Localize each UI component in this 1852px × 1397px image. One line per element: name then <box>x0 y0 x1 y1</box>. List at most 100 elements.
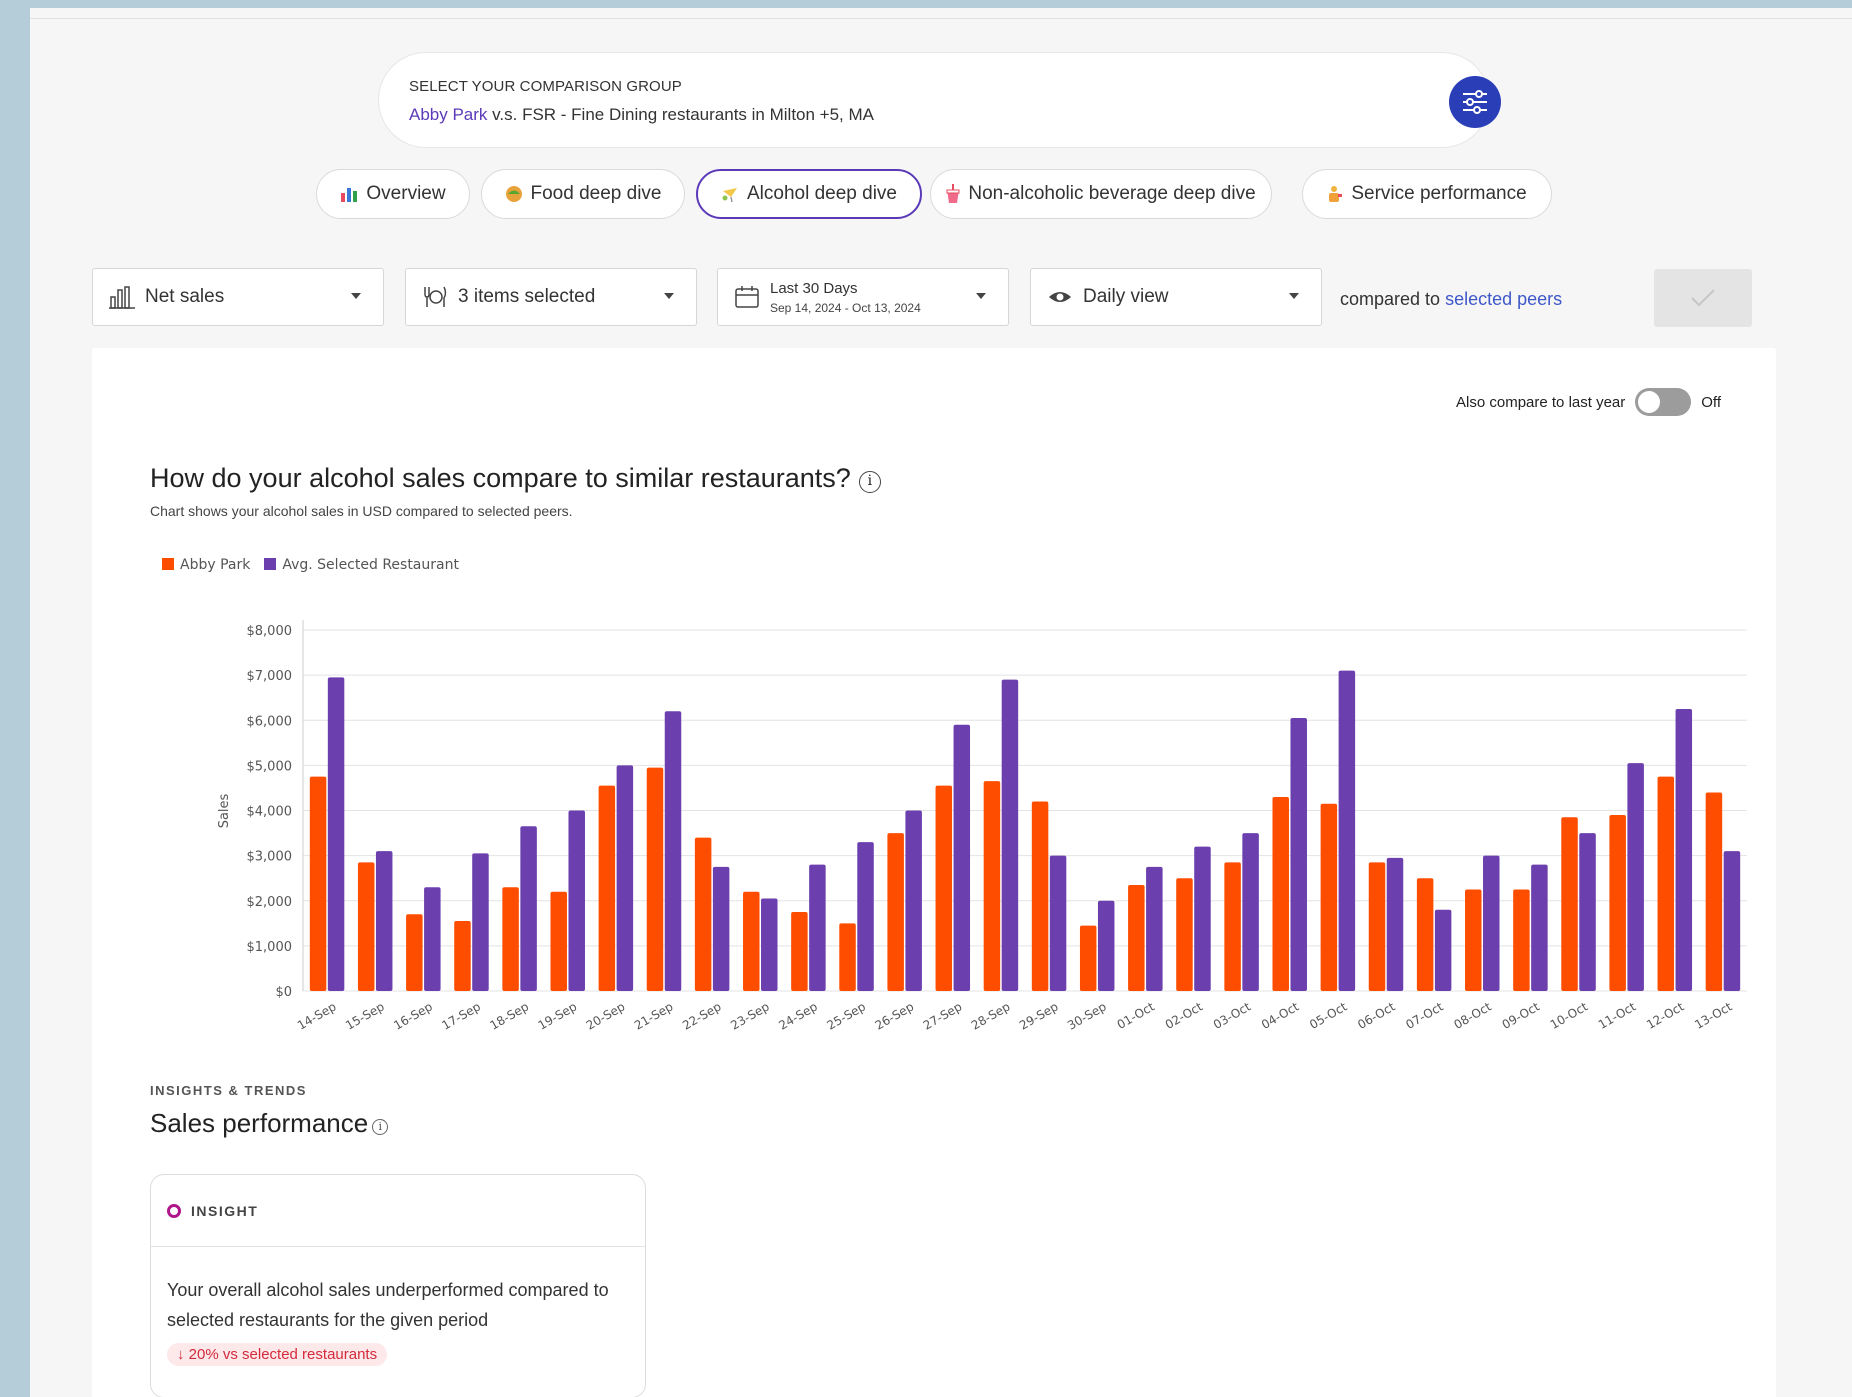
y-tick-label: $4,000 <box>247 805 293 820</box>
x-tick-label: 18-Sep <box>488 999 532 1032</box>
bar-abby-park <box>935 785 953 991</box>
tab-non-alcoholic-deep-dive[interactable]: Non-alcoholic beverage deep dive <box>930 169 1272 219</box>
comparison-group-selector[interactable]: SELECT YOUR COMPARISON GROUP Abby Park v… <box>378 52 1501 148</box>
x-tick-label: 22-Sep <box>680 999 724 1032</box>
bar-abby-park <box>502 887 519 991</box>
x-tick-label: 15-Sep <box>343 999 387 1032</box>
insights-section-title-text: Sales performance <box>150 1108 369 1138</box>
items-dropdown-label: 3 items selected <box>458 286 596 307</box>
chevron-down-icon <box>1289 293 1299 299</box>
bar-avg-selected <box>1579 833 1596 991</box>
bar-avg-selected <box>327 677 345 991</box>
y-tick-label: $1,000 <box>247 940 293 955</box>
metric-dropdown-label: Net sales <box>145 286 225 307</box>
date-range-dropdown[interactable]: Last 30 Days Sep 14, 2024 - Oct 13, 2024 <box>717 268 1009 326</box>
comparison-group-text: v.s. FSR - Fine Dining restaurants in Mi… <box>487 105 875 124</box>
bar-avg-selected <box>1627 763 1644 991</box>
bar-abby-park <box>983 781 1001 991</box>
insight-card: INSIGHT Your overall alcohol sales under… <box>150 1174 646 1397</box>
bar-avg-selected <box>1531 864 1548 991</box>
info-icon[interactable]: i <box>372 1119 389 1135</box>
tab-label: Overview <box>366 183 446 204</box>
apply-button[interactable] <box>1654 269 1752 327</box>
tab-overview[interactable]: Overview <box>316 169 470 219</box>
section-tabs: Overview Food deep dive Alcohol deep div… <box>30 169 1852 221</box>
comparison-group-description: Abby Park v.s. FSR - Fine Dining restaur… <box>409 105 874 125</box>
bar-abby-park <box>1272 796 1289 991</box>
bar-avg-selected <box>953 724 971 991</box>
bar-abby-park <box>1657 776 1675 991</box>
insights-section-title: Sales performance i <box>150 1108 389 1139</box>
x-tick-label: 09-Oct <box>1500 999 1542 1032</box>
y-tick-label: $5,000 <box>247 759 293 774</box>
x-tick-label: 21-Sep <box>632 999 676 1032</box>
bar-abby-park <box>1561 817 1578 991</box>
chevron-down-icon <box>664 293 674 299</box>
sales-bar-chart: $0 $1,000 $2,000 $3,000 $4,000 $5,000 $6,000 $7… <box>217 620 1747 1033</box>
insight-card-header: INSIGHT <box>151 1175 645 1247</box>
bar-avg-selected <box>520 826 537 991</box>
bar-abby-park <box>839 923 856 991</box>
x-tick-label: 19-Sep <box>536 999 580 1032</box>
y-tick-label: $7,000 <box>247 669 293 684</box>
bar-abby-park <box>357 862 375 991</box>
x-tick-label: 17-Sep <box>439 999 483 1032</box>
bar-avg-selected <box>375 851 393 991</box>
y-axis-label: Sales <box>217 793 232 828</box>
x-tick-label: 01-Oct <box>1115 999 1157 1032</box>
x-tick-label: 07-Oct <box>1403 999 1445 1032</box>
metric-dropdown[interactable]: Net sales <box>92 268 384 326</box>
date-range-text: Last 30 Days Sep 14, 2024 - Oct 13, 2024 <box>770 280 921 315</box>
x-tick-label: 29-Sep <box>1017 999 1061 1032</box>
cocktail-icon <box>722 188 737 203</box>
bar-chart-icon <box>341 188 358 202</box>
selected-peers-link[interactable]: selected peers <box>1445 289 1562 309</box>
bar-avg-selected <box>761 898 778 991</box>
calendar-icon <box>735 286 759 308</box>
bar-abby-park <box>1128 884 1145 991</box>
view-dropdown-label: Daily view <box>1083 286 1169 307</box>
chart-card: Also compare to last year Off How do you… <box>92 348 1776 1397</box>
bar-abby-park <box>1320 803 1338 991</box>
tab-service-performance[interactable]: Service performance <box>1302 169 1552 219</box>
date-range-value: Sep 14, 2024 - Oct 13, 2024 <box>770 300 921 315</box>
x-tick-label: 12-Oct <box>1644 999 1686 1032</box>
tab-alcohol-deep-dive[interactable]: Alcohol deep dive <box>696 169 922 219</box>
restaurant-name: Abby Park <box>409 105 488 124</box>
bar-abby-park <box>406 914 423 991</box>
tab-label: Non-alcoholic beverage deep dive <box>968 183 1256 204</box>
bar-abby-park <box>1416 878 1434 991</box>
x-tick-label: 30-Sep <box>1065 999 1109 1032</box>
items-dropdown[interactable]: 3 items selected <box>405 268 697 326</box>
bar-avg-selected <box>1675 708 1693 991</box>
bar-abby-park <box>1465 889 1482 991</box>
bar-avg-selected <box>664 711 682 991</box>
bar-abby-park <box>694 837 712 991</box>
bar-abby-park <box>791 912 808 991</box>
app-page: SELECT YOUR COMPARISON GROUP Abby Park v… <box>30 8 1852 1397</box>
bar-abby-park <box>1031 801 1049 991</box>
bar-avg-selected <box>1723 851 1741 991</box>
x-tick-label: 14-Sep <box>295 999 339 1032</box>
bar-abby-park <box>598 785 616 991</box>
filter-settings-button[interactable] <box>1449 76 1501 128</box>
x-tick-label: 13-Oct <box>1692 999 1734 1032</box>
bar-abby-park <box>1705 792 1723 991</box>
bar-abby-park <box>1609 815 1626 991</box>
compared-prefix: compared to <box>1340 289 1446 309</box>
x-tick-label: 11-Oct <box>1596 999 1638 1032</box>
cutlery-plate-icon <box>424 286 447 307</box>
bar-abby-park <box>887 833 904 991</box>
tab-food-deep-dive[interactable]: Food deep dive <box>481 169 685 219</box>
x-tick-label: 28-Sep <box>969 999 1013 1032</box>
bar-avg-selected <box>1483 855 1500 991</box>
chevron-down-icon <box>976 293 986 299</box>
tab-label: Alcohol deep dive <box>747 183 897 204</box>
bar-avg-selected <box>712 866 730 991</box>
x-tick-label: 06-Oct <box>1355 999 1397 1032</box>
soda-cup-icon <box>946 184 960 203</box>
view-dropdown[interactable]: Daily view <box>1030 268 1322 326</box>
bar-avg-selected <box>616 765 634 991</box>
x-tick-label: 02-Oct <box>1163 999 1205 1032</box>
bar-abby-park <box>1368 862 1386 991</box>
